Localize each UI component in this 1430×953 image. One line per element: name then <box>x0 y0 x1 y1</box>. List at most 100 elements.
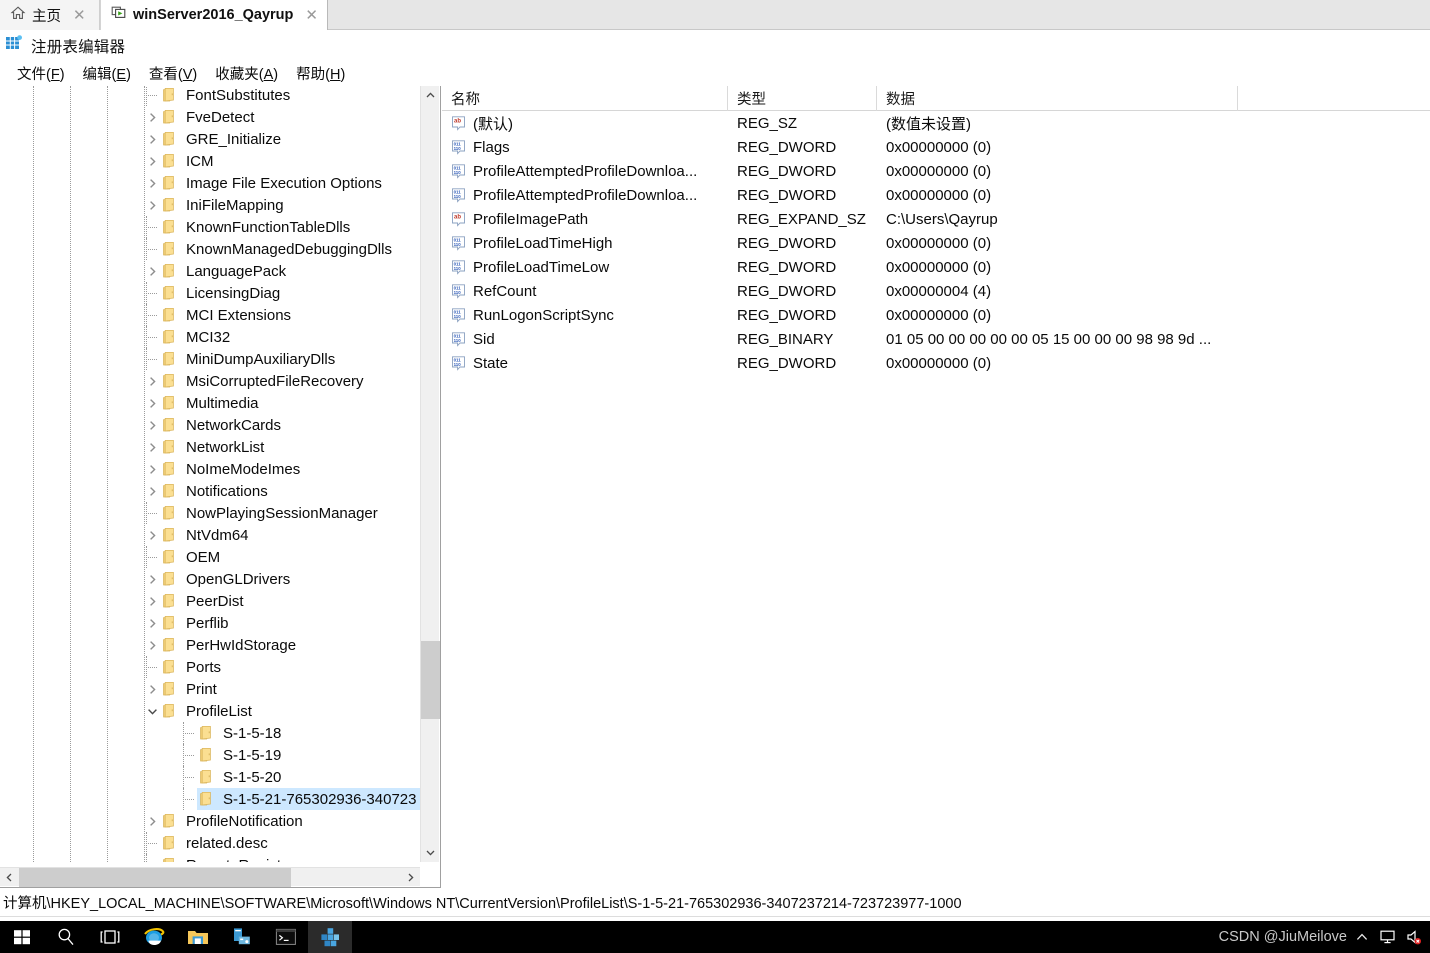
menu-view[interactable]: 查看(V) <box>140 61 206 86</box>
tree-item[interactable]: PerHwIdStorage <box>0 634 421 656</box>
tree-item[interactable]: NowPlayingSessionManager <box>0 502 421 524</box>
chevron-right-icon[interactable] <box>144 634 160 656</box>
close-icon[interactable]: ✕ <box>73 7 86 23</box>
server-manager-icon[interactable] <box>220 921 264 953</box>
menu-help[interactable]: 帮助(H) <box>287 61 354 86</box>
chevron-right-icon[interactable] <box>144 568 160 590</box>
scroll-left-icon[interactable] <box>0 868 19 887</box>
chevron-right-icon[interactable] <box>144 260 160 282</box>
column-header-data[interactable]: 数据 <box>877 86 1238 111</box>
tree-item[interactable]: Multimedia <box>0 392 421 414</box>
table-row[interactable]: 011 110 ProfileLoadTimeLow REG_DWORD 0x00000… <box>442 255 1430 279</box>
table-row[interactable]: 011 110 RefCount REG_DWORD 0x00000004 (4) <box>442 279 1430 303</box>
tree-scrollbar-thumb[interactable] <box>421 641 440 719</box>
close-icon[interactable]: ✕ <box>305 7 318 23</box>
tree-item[interactable]: Ports <box>0 656 421 678</box>
scroll-up-icon[interactable] <box>421 86 440 105</box>
command-prompt-icon[interactable] <box>264 921 308 953</box>
volume-icon[interactable] <box>1405 929 1422 946</box>
tree-item[interactable]: OpenGLDrivers <box>0 568 421 590</box>
table-row[interactable]: ab ProfileImagePath REG_EXPAND_SZ C:\Users\… <box>442 207 1430 231</box>
chevron-right-icon[interactable] <box>144 370 160 392</box>
chevron-right-icon[interactable] <box>144 480 160 502</box>
chevron-right-icon[interactable] <box>144 150 160 172</box>
table-row[interactable]: 011 110 ProfileAttemptedProfileDownloa... R… <box>442 183 1430 207</box>
tree-item[interactable]: OEM <box>0 546 421 568</box>
windows-start-icon[interactable] <box>0 921 44 953</box>
chevron-right-icon[interactable] <box>144 436 160 458</box>
table-row[interactable]: 011 110 RunLogonScriptSync REG_DWORD 0x00000… <box>442 303 1430 327</box>
scroll-right-icon[interactable] <box>401 868 420 887</box>
table-row[interactable]: ab (默认) REG_SZ (数值未设置) <box>442 111 1430 135</box>
tree-item[interactable]: related.desc <box>0 832 421 854</box>
table-row[interactable]: 011 110 Flags REG_DWORD 0x00000000 (0) <box>442 135 1430 159</box>
menu-favorites[interactable]: 收藏夹(A) <box>206 61 287 86</box>
tree-item[interactable]: LanguagePack <box>0 260 421 282</box>
tree-item[interactable]: NoImeModeImes <box>0 458 421 480</box>
column-header-name[interactable]: 名称 <box>442 86 728 111</box>
menu-edit[interactable]: 编辑(E) <box>74 61 140 86</box>
chevron-right-icon[interactable] <box>144 392 160 414</box>
tree-item[interactable]: Print <box>0 678 421 700</box>
tree-item[interactable]: IniFileMapping <box>0 194 421 216</box>
table-row[interactable]: 011 110 Sid REG_BINARY 01 05 00 00 00 00 00 … <box>442 327 1430 351</box>
chevron-right-icon[interactable] <box>144 810 160 832</box>
tree-item[interactable]: MsiCorruptedFileRecovery <box>0 370 421 392</box>
tree-item[interactable]: PeerDist <box>0 590 421 612</box>
taskbar-registry-editor-icon[interactable] <box>308 921 352 953</box>
tree-item[interactable]: KnownManagedDebuggingDlls <box>0 238 421 260</box>
chevron-right-icon[interactable] <box>144 458 160 480</box>
tree-item[interactable]: S-1-5-21-765302936-340723 <box>0 788 421 810</box>
chevron-right-icon[interactable] <box>144 678 160 700</box>
chevron-right-icon[interactable] <box>144 106 160 128</box>
tree-horizontal-scrollbar[interactable] <box>0 867 420 887</box>
file-explorer-icon[interactable] <box>176 921 220 953</box>
internet-explorer-icon[interactable] <box>132 921 176 953</box>
tree-item[interactable]: Notifications <box>0 480 421 502</box>
table-row[interactable]: 011 110 ProfileAttemptedProfileDownloa... R… <box>442 159 1430 183</box>
tab-winserver2016-qayrup[interactable]: winServer2016_Qayrup ✕ <box>100 0 328 30</box>
chevron-right-icon[interactable] <box>144 128 160 150</box>
tree-item[interactable]: RemoteRegistry <box>0 854 421 862</box>
chevron-right-icon[interactable] <box>144 172 160 194</box>
tree-item[interactable]: ProfileList <box>0 700 421 722</box>
tree-item[interactable]: ProfileNotification <box>0 810 421 832</box>
menu-file[interactable]: 文件(F) <box>8 61 74 86</box>
tree-item[interactable]: FveDetect <box>0 106 421 128</box>
chevron-right-icon[interactable] <box>144 194 160 216</box>
table-row[interactable]: 011 110 ProfileLoadTimeHigh REG_DWORD 0x0000… <box>442 231 1430 255</box>
tree-item[interactable]: GRE_Initialize <box>0 128 421 150</box>
task-view-icon[interactable] <box>88 921 132 953</box>
tree-item[interactable]: NetworkCards <box>0 414 421 436</box>
tree-item[interactable]: Image File Execution Options <box>0 172 421 194</box>
tree-item[interactable]: ICM <box>0 150 421 172</box>
tree-item[interactable]: NetworkList <box>0 436 421 458</box>
chevron-right-icon[interactable] <box>144 414 160 436</box>
column-header-type[interactable]: 类型 <box>728 86 877 111</box>
tree-item[interactable]: LicensingDiag <box>0 282 421 304</box>
tree-item[interactable]: KnownFunctionTableDlls <box>0 216 421 238</box>
registry-values-pane[interactable]: 名称 类型 数据 ab (默认) REG_SZ (数值未设置) 011 110 Flags REG… <box>442 86 1430 888</box>
tree-item[interactable]: Perflib <box>0 612 421 634</box>
tree-item[interactable]: S-1-5-19 <box>0 744 421 766</box>
tree-item[interactable]: S-1-5-18 <box>0 722 421 744</box>
tree-item[interactable]: FontSubstitutes <box>0 86 421 106</box>
tree-item[interactable]: MCI32 <box>0 326 421 348</box>
chevron-down-icon[interactable] <box>144 700 160 722</box>
scroll-down-icon[interactable] <box>421 843 440 862</box>
search-icon[interactable] <box>44 921 88 953</box>
tab-home[interactable]: 主页 ✕ <box>0 0 100 30</box>
tree-hscrollbar-thumb[interactable] <box>19 868 291 887</box>
tree-item[interactable]: NtVdm64 <box>0 524 421 546</box>
table-row[interactable]: 011 110 State REG_DWORD 0x00000000 (0) <box>442 351 1430 375</box>
network-monitor-icon[interactable] <box>1379 929 1396 946</box>
chevron-right-icon[interactable] <box>144 590 160 612</box>
chevron-up-icon[interactable] <box>1353 929 1370 946</box>
registry-tree-pane[interactable]: FontSubstitutes FveDetect GRE_Initialize IC… <box>0 86 441 888</box>
tree-vertical-scrollbar[interactable] <box>420 86 440 862</box>
tree-item[interactable]: MCI Extensions <box>0 304 421 326</box>
tree-item[interactable]: S-1-5-20 <box>0 766 421 788</box>
tree-item[interactable]: MiniDumpAuxiliaryDlls <box>0 348 421 370</box>
chevron-right-icon[interactable] <box>144 524 160 546</box>
chevron-right-icon[interactable] <box>144 612 160 634</box>
